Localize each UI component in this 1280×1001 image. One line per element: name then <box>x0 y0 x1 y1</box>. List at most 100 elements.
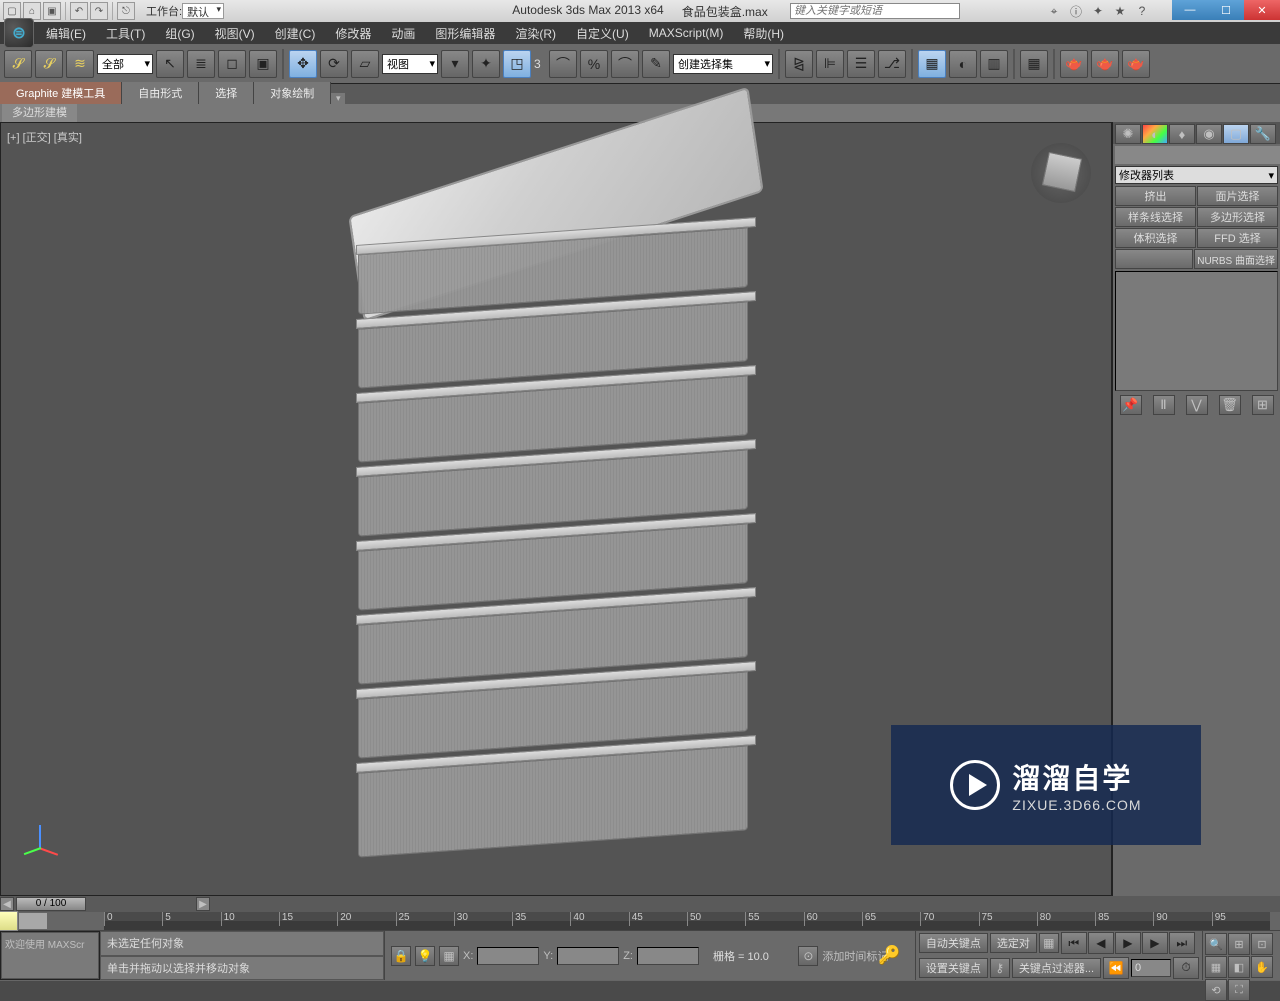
blank-button[interactable] <box>1115 249 1193 269</box>
app-menu-icon[interactable]: ⊜ <box>4 18 34 48</box>
help-search-input[interactable] <box>790 3 960 19</box>
menu-views[interactable]: 视图(V) <box>205 22 265 45</box>
pivot-icon[interactable]: ▾ <box>441 50 469 78</box>
prev-key-icon[interactable]: ⏪ <box>1103 957 1129 979</box>
menu-graph[interactable]: 图形编辑器 <box>425 22 505 45</box>
menu-edit[interactable]: 编辑(E) <box>36 22 96 45</box>
key-icon[interactable]: 🔑 <box>878 945 900 966</box>
fov-icon[interactable]: ◧ <box>1228 956 1250 978</box>
key-filters-icon[interactable]: ⚷ <box>990 958 1010 978</box>
link-icon[interactable]: 𝓢 <box>4 50 32 78</box>
favorites-icon[interactable]: ★ <box>1112 3 1128 19</box>
time-tag-icon[interactable]: ⊙ <box>798 946 818 966</box>
minimize-button[interactable]: — <box>1172 0 1208 20</box>
zoom-extents-all-icon[interactable]: ▦ <box>1205 956 1227 978</box>
create-tab-icon[interactable]: ✺ <box>1115 124 1141 144</box>
maximize-viewport-icon[interactable]: ⛶ <box>1228 979 1250 1001</box>
redo-icon[interactable]: ↷ <box>90 2 108 20</box>
ribbon-tab-paint[interactable]: 对象绘制 <box>254 82 331 104</box>
workbench-dropdown[interactable]: 默认 <box>182 3 224 19</box>
pin-stack-icon[interactable]: 📌 <box>1120 395 1142 415</box>
ribbon-tab-freeform[interactable]: 自由形式 <box>122 82 199 104</box>
poly-select-button[interactable]: 多边形选择 <box>1197 207 1278 227</box>
named-selset-dropdown[interactable]: 创建选择集 <box>673 54 773 74</box>
select-region-rect-icon[interactable]: ◻ <box>218 50 246 78</box>
maxscript-mini[interactable]: 欢迎使用 MAXScr <box>0 931 100 980</box>
help-icon[interactable]: ? <box>1134 3 1150 19</box>
menu-modifiers[interactable]: 修改器 <box>325 22 381 45</box>
trackbar-selected[interactable] <box>18 912 48 930</box>
menu-group[interactable]: 组(G) <box>155 22 204 45</box>
ref-coord-dropdown[interactable]: 视图 <box>382 54 438 74</box>
align-icon[interactable]: ⊫ <box>816 50 844 78</box>
hierarchy-tab-icon[interactable]: ♦ <box>1169 124 1195 144</box>
render-iterative-icon[interactable]: 🫖 <box>1091 50 1119 78</box>
y-field[interactable] <box>557 947 619 965</box>
render-setup-icon[interactable]: ▥ <box>980 50 1008 78</box>
infocenter-icon[interactable]: ⌖ <box>1046 3 1062 19</box>
render-last-icon[interactable]: 🫖 <box>1122 50 1150 78</box>
extrude-button[interactable]: 挤出 <box>1115 186 1196 206</box>
select-name-icon[interactable]: ≣ <box>187 50 215 78</box>
modify-tab-icon[interactable]: ◐ <box>1142 124 1168 144</box>
time-next-icon[interactable]: ▶ <box>196 897 210 911</box>
select-icon[interactable]: ↖ <box>156 50 184 78</box>
motion-tab-icon[interactable]: ◉ <box>1196 124 1222 144</box>
make-unique-icon[interactable]: ⋁ <box>1186 395 1208 415</box>
curve-editor-icon[interactable]: ⎇ <box>878 50 906 78</box>
time-prev-icon[interactable]: ◀ <box>0 897 14 911</box>
angle-snap-icon[interactable]: ⌒ <box>549 50 577 78</box>
layer-icon[interactable]: ☰ <box>847 50 875 78</box>
object-name-input[interactable] <box>1115 146 1280 164</box>
modifier-stack[interactable] <box>1115 271 1278 391</box>
snap-toggle-icon[interactable]: ◳ <box>503 50 531 78</box>
keymode-icon[interactable] <box>0 911 18 931</box>
time-slider-bar[interactable]: ◀ 0 / 100 ▶ <box>0 896 1280 912</box>
menu-animation[interactable]: 动画 <box>381 22 425 45</box>
maximize-button[interactable]: ☐ <box>1208 0 1244 20</box>
schematic-icon[interactable]: ▦ <box>918 50 946 78</box>
edit-selset-icon[interactable]: ✎ <box>642 50 670 78</box>
prev-frame-icon[interactable]: ◀ <box>1088 932 1114 954</box>
manipulate-icon[interactable]: ✦ <box>472 50 500 78</box>
move-icon[interactable]: ✥ <box>289 50 317 78</box>
link-icon[interactable]: ⎋ <box>117 2 135 20</box>
zoom-extents-icon[interactable]: ⊡ <box>1251 933 1273 955</box>
viewport[interactable]: [+] [正交] [真实] 溜溜自学 ZIXUE.3D66.COM <box>0 122 1112 896</box>
menu-help[interactable]: 帮助(H) <box>733 22 794 45</box>
show-end-icon[interactable]: Ⅱ <box>1153 395 1175 415</box>
keyfilter-icon[interactable]: ▦ <box>1039 933 1059 953</box>
nurbs-button[interactable]: NURBS 曲面选择 <box>1194 249 1278 269</box>
mirror-icon[interactable]: ⧎ <box>785 50 813 78</box>
rotate-icon[interactable]: ⟳ <box>320 50 348 78</box>
z-field[interactable] <box>637 947 699 965</box>
undo-icon[interactable]: ↶ <box>70 2 88 20</box>
close-button[interactable]: ✕ <box>1244 0 1280 20</box>
next-frame-icon[interactable]: ▶ <box>1142 932 1168 954</box>
configure-sets-icon[interactable]: ⊞ <box>1252 395 1274 415</box>
window-crossing-icon[interactable]: ▣ <box>249 50 277 78</box>
menu-rendering[interactable]: 渲染(R) <box>505 22 566 45</box>
bind-icon[interactable]: ≋ <box>66 50 94 78</box>
time-ruler[interactable]: 0 5 10 15 20 25 30 35 40 45 50 55 60 65 … <box>104 912 1270 930</box>
zoom-all-icon[interactable]: ⊞ <box>1228 933 1250 955</box>
unlink-icon[interactable]: 𝓢 <box>35 50 63 78</box>
save-icon[interactable]: ▣ <box>43 2 61 20</box>
goto-start-icon[interactable]: ⏮ <box>1061 932 1087 954</box>
display-tab-icon[interactable]: ▢ <box>1223 124 1249 144</box>
menu-maxscript[interactable]: MAXScript(M) <box>639 23 734 43</box>
render-production-icon[interactable]: 🫖 <box>1060 50 1088 78</box>
orbit-icon[interactable]: ⟲ <box>1205 979 1227 1001</box>
face-select-button[interactable]: 面片选择 <box>1197 186 1278 206</box>
scale-icon[interactable]: ▱ <box>351 50 379 78</box>
selection-lock-icon[interactable]: ▦ <box>439 946 459 966</box>
zoom-icon[interactable]: 🔍 <box>1205 933 1227 955</box>
autokey-button[interactable]: 自动关键点 <box>919 933 988 953</box>
utilities-tab-icon[interactable]: 🔧 <box>1250 124 1276 144</box>
render-frame-icon[interactable]: ▦ <box>1020 50 1048 78</box>
percent-snap-icon[interactable]: % <box>580 50 608 78</box>
modifier-list-dropdown[interactable]: 修改器列表 <box>1115 166 1278 184</box>
isolate-icon[interactable]: 💡 <box>415 946 435 966</box>
spinner-snap-icon[interactable]: ⌒ <box>611 50 639 78</box>
subscription-icon[interactable]: ⓘ <box>1068 3 1084 19</box>
